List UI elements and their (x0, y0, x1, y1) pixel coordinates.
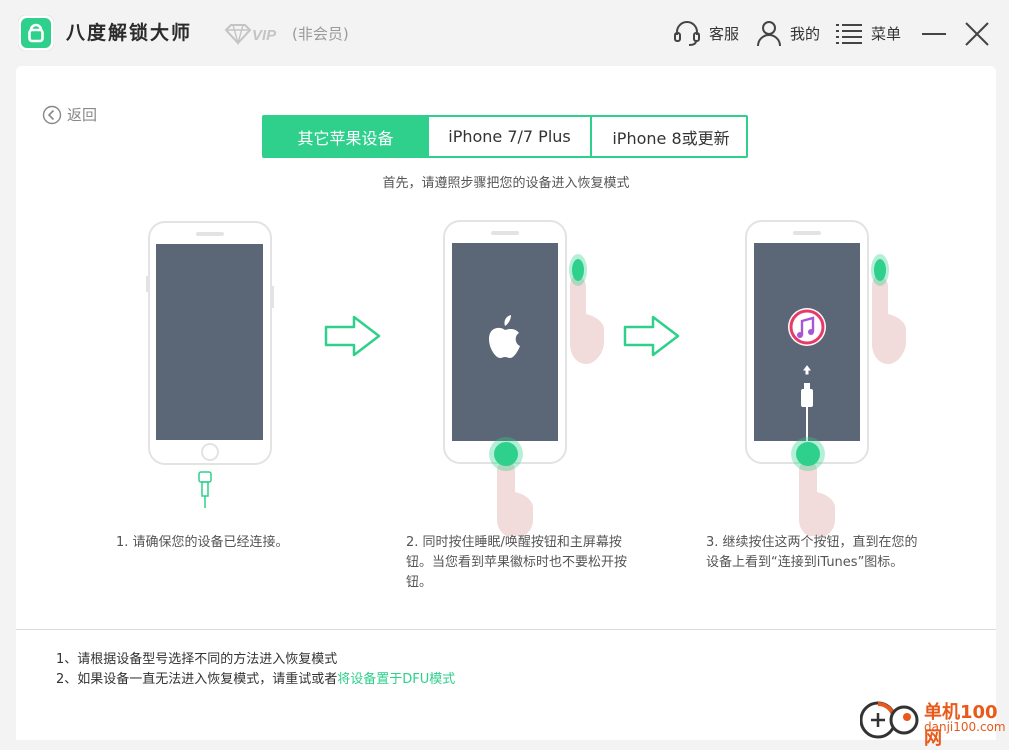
minimize-icon[interactable] (920, 20, 948, 48)
step3-text: 3. 继续按住这两个按钮，直到在您的 设备上看到“连接到iTunes”图标。 (706, 533, 956, 573)
tab-other-apple-devices[interactable]: 其它苹果设备 (264, 117, 427, 156)
step3-line: 设备上看到“连接到iTunes”图标。 (706, 555, 904, 570)
tab-iphone-7[interactable]: iPhone 7/7 Plus (427, 117, 590, 156)
step2-line: 钮。 (406, 575, 433, 590)
finger-press-icon (569, 254, 604, 364)
my-account-button[interactable]: 我的 (755, 18, 820, 48)
phone-screen (156, 244, 263, 440)
step2-text: 2. 同时按住睡眠/唤醒按钮和主屏幕按 钮。当您看到苹果徽标时也不要松开按 钮。 (406, 533, 656, 593)
close-icon[interactable] (963, 20, 991, 48)
step1-text: 1. 请确保您的设备已经连接。 (116, 533, 366, 553)
note-2-text: 2、如果设备一直无法进入恢复模式，请重试或者 (56, 672, 338, 687)
finger-press-icon (871, 254, 906, 364)
step2-line: 钮。当您看到苹果徽标时也不要松开按 (406, 555, 628, 570)
menu-button[interactable]: 菜单 (834, 18, 901, 48)
support-button[interactable]: 客服 (672, 18, 739, 48)
back-button[interactable]: 返回 (42, 104, 97, 125)
logo-icon (18, 15, 54, 51)
back-arrow-icon (42, 105, 62, 124)
arrow-right-icon (623, 315, 680, 357)
app-title: 八度解锁大师 (66, 22, 193, 44)
step3-line: 3. 继续按住这两个按钮，直到在您的 (706, 535, 918, 550)
divider (16, 629, 996, 630)
usb-cable-icon (198, 471, 212, 508)
support-label: 客服 (709, 24, 740, 43)
arrow-right-icon (324, 315, 381, 357)
dfu-mode-link[interactable]: 将设备置于DFU模式 (337, 672, 455, 687)
watermark-url: danji100.com (924, 720, 1006, 734)
back-label: 返回 (67, 106, 98, 124)
step3-illustration (745, 220, 906, 536)
step1-line: 1. 请确保您的设备已经连接。 (116, 535, 289, 550)
step2-line: 2. 同时按住睡眠/唤醒按钮和主屏幕按 (406, 535, 622, 550)
note-1: 1、请根据设备型号选择不同的方法进入恢复模式 (56, 652, 338, 667)
tab-iphone-8-newer[interactable]: iPhone 8或更新 (590, 117, 750, 156)
user-icon (757, 21, 781, 47)
mine-label: 我的 (790, 24, 821, 43)
headset-icon (674, 21, 700, 46)
vip-label: VIP (252, 27, 277, 44)
note-2: 2、如果设备一直无法进入恢复模式，请重试或者将设备置于DFU模式 (56, 668, 455, 687)
site-watermark: 单机100网 danji100.com (858, 694, 1008, 749)
title-bar: 八度解锁大师 VIP (非会员) 客服 我的 菜单 (0, 0, 1009, 66)
instruction-subtitle: 首先，请遵照步骤把您的设备进入恢复模式 (382, 176, 630, 191)
main-panel: 返回 其它苹果设备 iPhone 7/7 Plus iPhone 8或更新 首先… (16, 66, 996, 740)
watermark-logo-icon (860, 701, 919, 739)
menu-label: 菜单 (871, 24, 902, 43)
member-status: (非会员) (292, 25, 349, 43)
step2-illustration (443, 220, 604, 536)
menu-icon (836, 24, 862, 44)
itunes-icon (788, 308, 826, 346)
vip-diamond-icon: VIP (224, 24, 277, 46)
step1-illustration (146, 221, 274, 508)
device-type-tabs: 其它苹果设备 iPhone 7/7 Plus iPhone 8或更新 (262, 115, 748, 158)
